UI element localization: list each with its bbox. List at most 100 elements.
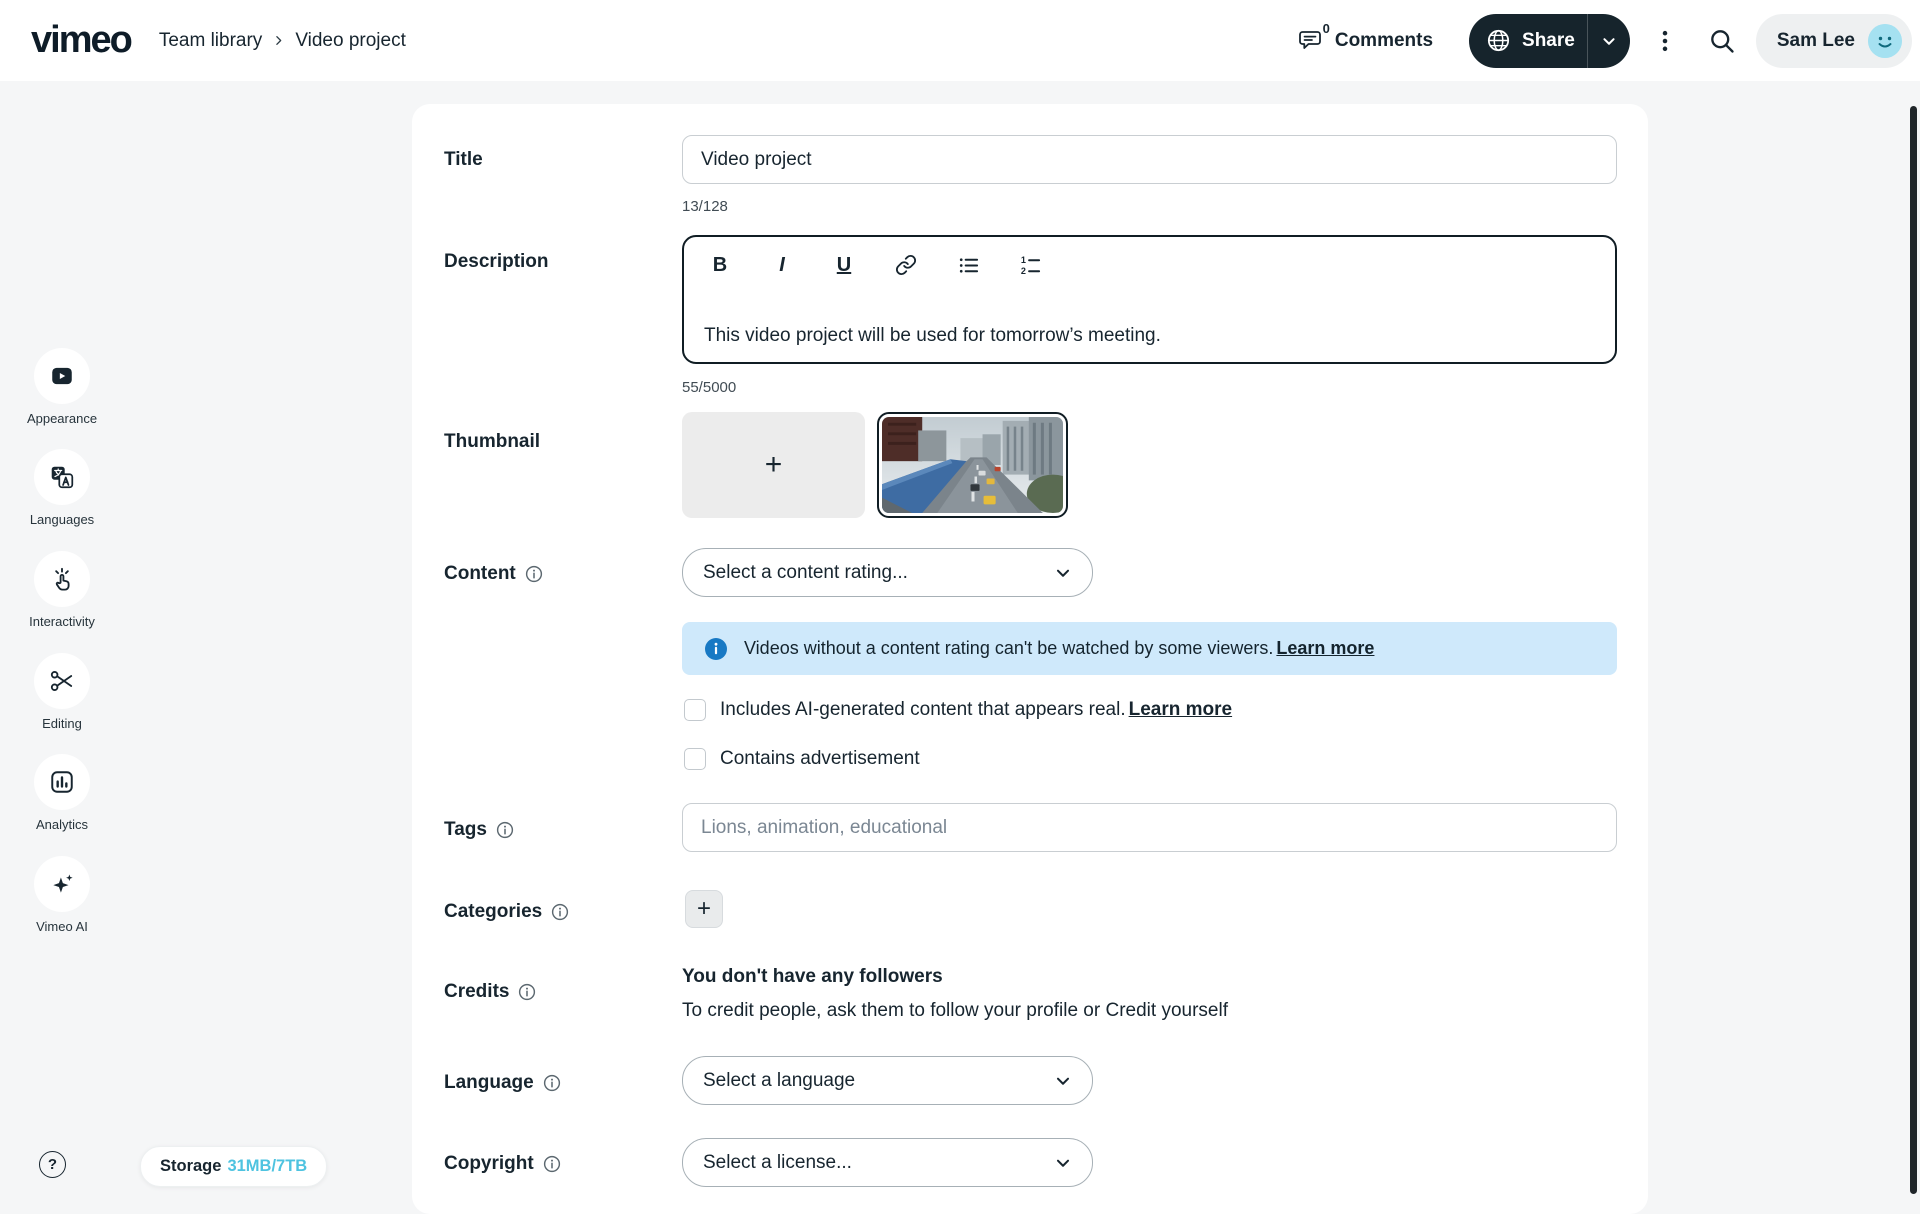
thumbnail-add-button[interactable]: + [682,412,865,518]
sidebar-item-label: Editing [42,716,82,731]
user-menu[interactable]: Sam Lee [1756,14,1912,68]
question-mark-icon: ? [48,1156,57,1173]
share-button-group: Share [1469,14,1630,68]
thumbnail-label: Thumbnail [444,429,540,455]
sidebar-item-appearance[interactable]: Appearance [0,348,124,426]
sidebar-item-label: Interactivity [29,614,95,629]
user-name: Sam Lee [1777,30,1855,52]
categories-label: Categories [444,899,569,925]
share-label: Share [1522,30,1575,52]
settings-sidebar: Appearance Languages Interactivity [0,81,124,1200]
sidebar-item-interactivity[interactable]: Interactivity [0,551,124,629]
vimeo-logo[interactable]: vimeo [31,19,131,62]
underline-button[interactable]: U [830,251,858,279]
info-icon[interactable] [551,903,569,921]
info-icon[interactable] [543,1155,561,1173]
storage-indicator[interactable]: Storage 31MB/7TB [140,1146,327,1187]
appearance-icon [34,348,90,404]
storage-label: Storage [160,1157,221,1176]
copyright-select[interactable]: Select a license... [682,1138,1093,1187]
avatar [1868,24,1902,58]
ai-content-checkbox-label: Includes AI-generated content that appea… [720,699,1232,721]
numbered-list-icon: 1 2 [1019,254,1042,277]
more-options-button[interactable] [1650,26,1680,56]
language-select[interactable]: Select a language [682,1056,1093,1105]
learn-more-link[interactable]: Learn more [1276,638,1374,658]
chevron-down-icon [1052,1152,1074,1174]
ai-content-checkbox-row[interactable]: Includes AI-generated content that appea… [684,699,1232,721]
privacy-globe-icon [1485,27,1512,54]
languages-icon [34,449,90,505]
top-bar: vimeo Team library Video project 0 Comme… [0,0,1920,81]
svg-text:1: 1 [1020,255,1025,265]
tags-label-text: Tags [444,819,487,841]
credits-label: Credits [444,979,536,1005]
breadcrumb-team-library[interactable]: Team library [159,30,262,52]
copyright-label-text: Copyright [444,1153,534,1175]
credits-heading: You don't have any followers [682,966,943,988]
thumbnail-image [882,417,1063,513]
add-category-button[interactable]: + [685,890,723,928]
link-button[interactable] [892,251,920,279]
chevron-down-icon [1052,562,1074,584]
kebab-menu-icon [1652,27,1678,55]
description-label: Description [444,249,549,275]
chevron-right-icon [272,34,285,47]
plus-icon: + [765,448,783,482]
bold-button[interactable]: B [706,251,734,279]
content-rating-select[interactable]: Select a content rating... [682,548,1093,597]
content-rating-value: Select a content rating... [703,562,908,584]
thumbnail-selected[interactable] [877,412,1068,518]
italic-button[interactable]: I [768,251,796,279]
sidebar-item-label: Vimeo AI [36,919,88,934]
title-char-count: 13/128 [682,198,728,215]
info-icon[interactable] [518,983,536,1001]
advertisement-checkbox-row[interactable]: Contains advertisement [684,748,920,770]
info-icon[interactable] [525,565,543,583]
title-input[interactable] [682,135,1617,184]
info-icon[interactable] [543,1074,561,1092]
description-text[interactable]: This video project will be used for tomo… [704,325,1161,347]
tags-input[interactable] [682,803,1617,852]
share-button[interactable]: Share [1469,14,1587,68]
vimeo-ai-icon [34,856,90,912]
copyright-label: Copyright [444,1151,561,1177]
language-label-text: Language [444,1072,534,1094]
content-label: Content [444,561,543,587]
banner-message: Videos without a content rating can't be… [744,638,1273,658]
advertisement-checkbox[interactable] [684,748,706,770]
analytics-icon [34,754,90,810]
help-button[interactable]: ? [39,1151,66,1178]
description-editor[interactable]: B I U [682,235,1617,364]
sidebar-item-analytics[interactable]: Analytics [0,754,124,832]
info-filled-icon [704,637,728,661]
sidebar-item-editing[interactable]: Editing [0,653,124,731]
search-button[interactable] [1706,25,1738,57]
storage-value: 31MB/7TB [227,1157,307,1176]
sidebar-item-languages[interactable]: Languages [0,449,124,527]
comments-label: Comments [1335,30,1433,52]
bullet-list-button[interactable] [954,251,982,279]
breadcrumb-current: Video project [295,30,406,52]
scrollbar[interactable] [1910,106,1917,1194]
bullet-list-icon [957,254,980,277]
language-value: Select a language [703,1070,855,1092]
advertisement-checkbox-label: Contains advertisement [720,748,920,770]
banner-text: Videos without a content rating can't be… [744,638,1374,659]
comments-icon: 0 [1297,28,1325,54]
interactivity-icon [34,551,90,607]
info-icon[interactable] [496,821,514,839]
numbered-list-button[interactable]: 1 2 [1016,251,1044,279]
comments-button[interactable]: 0 Comments [1291,27,1439,55]
sidebar-item-label: Analytics [36,817,88,832]
ai-content-checkbox[interactable] [684,699,706,721]
title-label: Title [444,147,483,173]
sidebar-item-vimeo-ai[interactable]: Vimeo AI [0,856,124,934]
breadcrumb: Team library Video project [159,30,406,52]
credits-description: To credit people, ask them to follow you… [682,1000,1228,1022]
chevron-down-icon [1052,1070,1074,1092]
plus-icon: + [697,895,711,923]
video-settings-card: Title 13/128 Description B I U [412,104,1648,1214]
ai-learn-more-link[interactable]: Learn more [1129,699,1232,720]
share-dropdown-button[interactable] [1588,14,1630,68]
